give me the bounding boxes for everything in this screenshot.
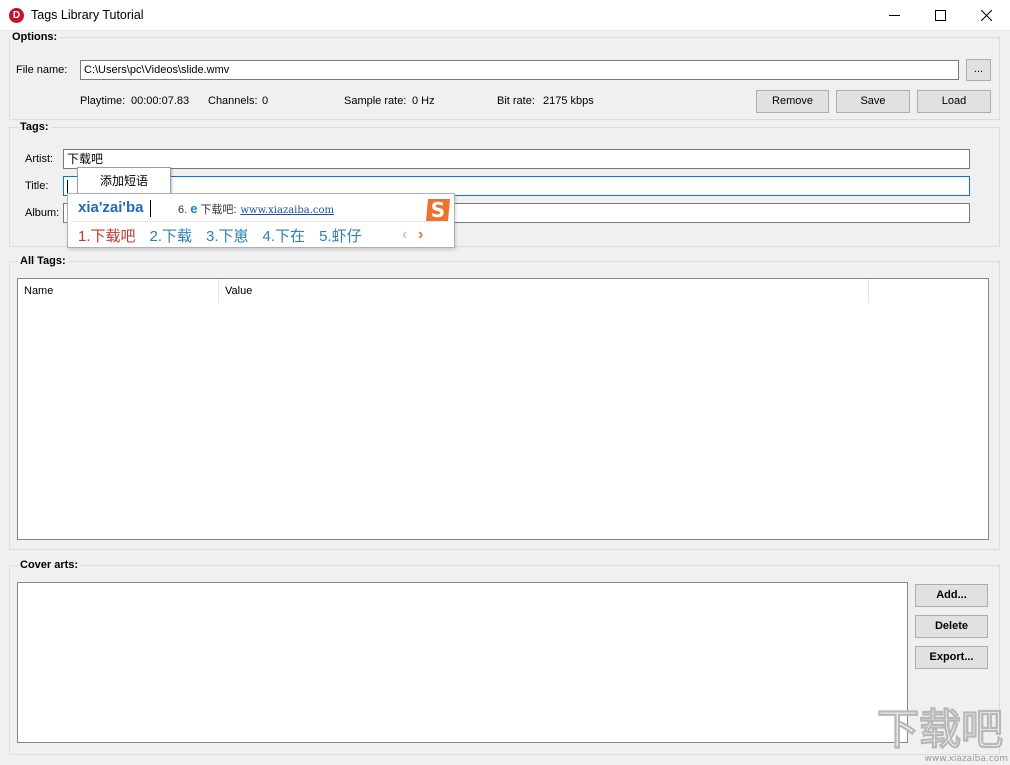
- ime-candidate-2[interactable]: 2.下载: [150, 225, 193, 246]
- ime-divider: [73, 221, 449, 222]
- column-header-name[interactable]: Name: [18, 279, 219, 303]
- title-bar: D Tags Library Tutorial: [0, 0, 1010, 31]
- window-title: Tags Library Tutorial: [31, 8, 144, 22]
- cover-arts-list[interactable]: [17, 582, 908, 743]
- album-label: Album:: [25, 207, 60, 219]
- browser-e-icon: e: [190, 201, 198, 216]
- ime-candidate-window: xia'zai'ba 6. e 下载吧: www.xiazaiba.com S 1.下…: [67, 193, 455, 248]
- artist-label: Artist:: [25, 153, 54, 165]
- watermark-text: 下载吧: [877, 705, 1003, 754]
- playtime-label: Playtime:: [80, 95, 126, 107]
- remove-button[interactable]: Remove: [756, 90, 829, 113]
- ime-web-suggestion[interactable]: 6. e 下载吧: www.xiazaiba.com: [178, 201, 334, 217]
- save-button[interactable]: Save: [836, 90, 910, 113]
- minimize-icon: [888, 15, 900, 16]
- channels-value: 0: [262, 95, 269, 107]
- playtime-value: 00:00:07.83: [131, 95, 190, 107]
- bit-rate-label: Bit rate:: [497, 95, 535, 107]
- tags-group-label: Tags:: [18, 121, 51, 133]
- watermark-url: www.xiazaiba.com: [924, 754, 1008, 764]
- ime-candidate-3[interactable]: 3.下崽: [206, 225, 249, 246]
- text-caret: [67, 179, 68, 193]
- sogou-logo-icon: S: [426, 198, 450, 222]
- artist-input[interactable]: 下载吧: [63, 149, 970, 169]
- cover-arts-group-label: Cover arts:: [18, 559, 81, 571]
- sample-rate-label: Sample rate:: [344, 95, 407, 107]
- ime-suggestion-text: 下载吧:: [200, 204, 237, 216]
- ime-suggestion-index: 6.: [178, 204, 188, 216]
- browse-button[interactable]: ...: [966, 59, 991, 81]
- channels-label: Channels:: [208, 95, 258, 107]
- ime-candidate-1[interactable]: 1.下载吧: [78, 225, 136, 246]
- maximize-icon: [934, 10, 946, 21]
- export-cover-button[interactable]: Export...: [915, 646, 988, 669]
- file-name-input[interactable]: C:\Users\pc\Videos\slide.wmv: [80, 60, 959, 80]
- ime-logo-letter: S: [431, 198, 445, 222]
- options-group-label: Options:: [10, 31, 60, 43]
- watermark-logo: 下载吧 www.xiazaiba.com: [876, 705, 1008, 765]
- minimize-button[interactable]: [871, 0, 917, 31]
- delete-cover-button[interactable]: Delete: [915, 615, 988, 638]
- add-cover-button[interactable]: Add...: [915, 584, 988, 607]
- title-label: Title:: [25, 180, 49, 192]
- maximize-button[interactable]: [917, 0, 963, 31]
- all-tags-group-label: All Tags:: [18, 255, 68, 267]
- close-icon: [980, 10, 992, 21]
- all-tags-list[interactable]: Name Value: [17, 278, 989, 540]
- ime-pinyin-input: xia'zai'ba: [78, 199, 144, 216]
- ime-candidate-list: 1.下载吧 2.下载 3.下崽 4.下在 5.虾仔: [78, 225, 376, 246]
- file-name-label: File name:: [16, 64, 68, 76]
- load-button[interactable]: Load: [917, 90, 991, 113]
- close-button[interactable]: [963, 0, 1009, 31]
- ime-caret: [150, 200, 151, 217]
- sample-rate-value: 0 Hz: [412, 95, 435, 107]
- ime-candidate-5[interactable]: 5.虾仔: [319, 225, 362, 246]
- app-icon: D: [9, 8, 24, 23]
- ime-candidate-4[interactable]: 4.下在: [263, 225, 306, 246]
- ime-suggestion-url: www.xiazaiba.com: [240, 205, 335, 216]
- ime-prev-page-icon[interactable]: ‹: [402, 226, 407, 244]
- add-phrase-menu-item[interactable]: 添加短语: [77, 167, 171, 195]
- ime-next-page-icon[interactable]: ›: [418, 226, 423, 244]
- bit-rate-value: 2175 kbps: [543, 95, 594, 107]
- column-header-value[interactable]: Value: [219, 279, 869, 303]
